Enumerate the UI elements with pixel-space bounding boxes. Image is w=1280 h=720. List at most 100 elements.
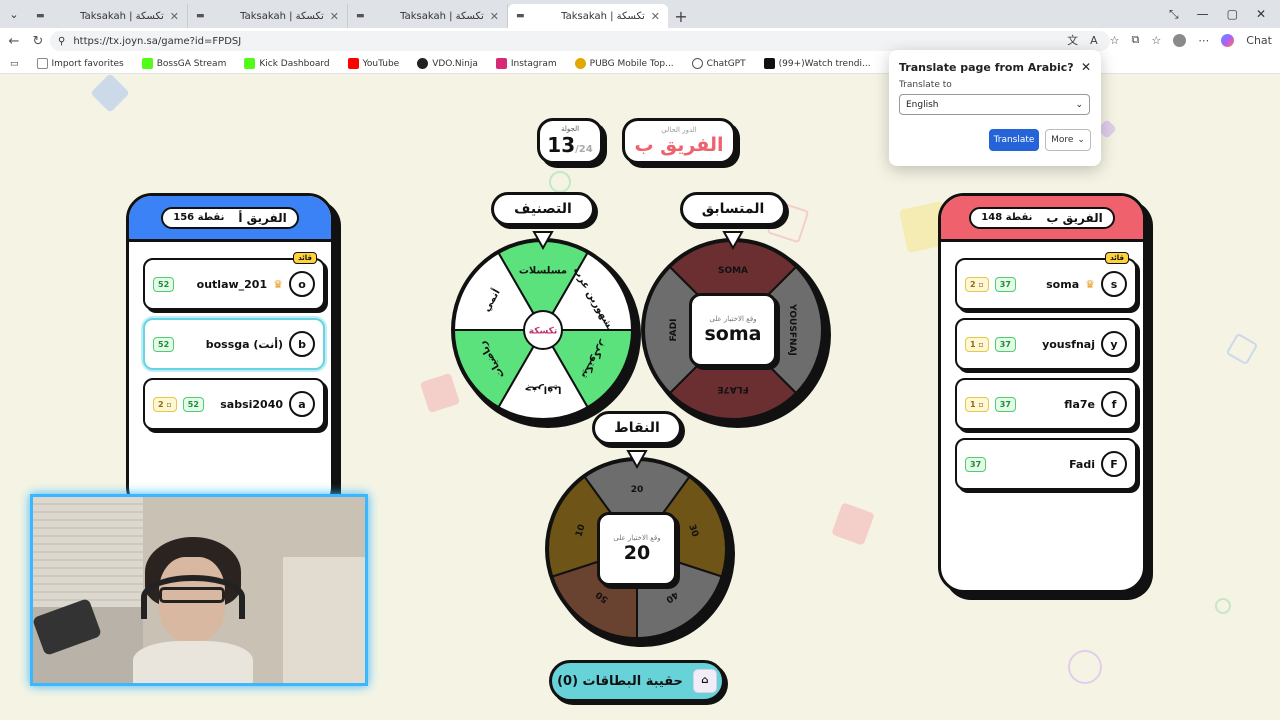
bag-icon: ⌂ bbox=[692, 669, 717, 693]
more-button[interactable]: More ⌄ bbox=[1045, 129, 1091, 151]
chat-label[interactable]: Chat bbox=[1246, 34, 1272, 47]
bookmarks-sidebar-icon[interactable]: ▭ bbox=[10, 59, 19, 69]
tab-favicon-icon: ▬ bbox=[36, 11, 45, 21]
category-wheel-segment-label: رياضيات bbox=[477, 339, 507, 380]
language-select-value: English bbox=[906, 99, 939, 110]
close-icon[interactable]: ✕ bbox=[1081, 60, 1091, 74]
maximize-icon[interactable]: ▢ bbox=[1227, 7, 1238, 21]
team-b-name: الفريق ب bbox=[1046, 210, 1103, 225]
player-row[interactable]: 2 ▫ 37 soma ♛ s قائد bbox=[955, 252, 1137, 310]
instagram-icon bbox=[495, 58, 507, 69]
browser-tab[interactable]: ▬ Taksakah | تكسكة ✕ bbox=[348, 4, 508, 28]
bookmark-item[interactable]: Import favorites bbox=[36, 58, 124, 69]
browser-tab[interactable]: ▬ Taksakah | تكسكة ✕ bbox=[188, 4, 348, 28]
cards-count-value: 1 bbox=[970, 399, 976, 409]
bookmark-item[interactable]: VDO.Ninja bbox=[417, 58, 478, 69]
extensions-icon[interactable]: ⧉ bbox=[1132, 33, 1140, 47]
bookmark-item[interactable]: YouTube bbox=[347, 58, 399, 69]
points-result-value: 20 bbox=[623, 542, 651, 564]
tab-title: Taksakah | تكسكة bbox=[561, 10, 645, 22]
player-name: soma bbox=[1046, 277, 1080, 291]
language-select[interactable]: English ⌄ bbox=[899, 94, 1090, 115]
points-wheel-segment-label: 10 bbox=[574, 523, 587, 538]
close-icon[interactable]: ✕ bbox=[330, 10, 339, 23]
copilot-icon[interactable] bbox=[1221, 33, 1235, 47]
card-bag-label: حقيبة البطاقات (0) bbox=[557, 673, 683, 689]
new-tab-button[interactable]: + bbox=[668, 4, 694, 28]
player-row-current-user[interactable]: 52 bossga (أنت) b bbox=[143, 318, 325, 370]
deco-shape bbox=[90, 75, 130, 113]
team-a-name: الفريق أ bbox=[238, 210, 287, 225]
card-bag-button[interactable]: حقيبة البطاقات (0) ⌂ bbox=[549, 660, 725, 702]
team-a-panel: 156 نقطة الفريق أ 52 outlaw_201 ♛ o قائد… bbox=[126, 193, 334, 513]
result-label: وقع الاختيار على bbox=[709, 315, 757, 323]
player-row[interactable]: 52 outlaw_201 ♛ o قائد bbox=[143, 252, 325, 310]
more-menu-icon[interactable]: ⋯ bbox=[1198, 34, 1209, 47]
deco-shape bbox=[831, 502, 875, 546]
browser-tab[interactable]: ▬ Taksakah | تكسكة ✕ bbox=[28, 4, 188, 28]
tab-action-icon[interactable]: ⤡ bbox=[1169, 7, 1179, 22]
player-wheel-segment-label: YOUSFNAJ bbox=[787, 303, 797, 356]
window-controls: ⤡ — ▢ ✕ bbox=[1169, 0, 1280, 28]
team-a-points: 156 نقطة bbox=[173, 212, 225, 223]
site-info-icon[interactable]: ⚲ bbox=[58, 36, 65, 47]
kick-icon bbox=[244, 58, 256, 69]
leader-badge: قائد bbox=[1105, 252, 1129, 264]
close-icon[interactable]: ✕ bbox=[490, 10, 499, 23]
favorite-star-icon[interactable]: ☆ bbox=[1110, 34, 1120, 47]
bookmark-item[interactable]: (99+)Watch trendi... bbox=[763, 58, 871, 69]
result-label: وقع الاختيار على bbox=[613, 534, 661, 542]
bookmark-item[interactable]: ChatGPT bbox=[691, 58, 746, 69]
kick-icon bbox=[141, 58, 153, 69]
profile-avatar[interactable] bbox=[1173, 33, 1187, 47]
translate-button[interactable]: Translate bbox=[989, 129, 1039, 151]
category-wheel-segment bbox=[496, 239, 590, 332]
cards-count: 2 ▫ bbox=[965, 276, 989, 292]
tab-favicon-icon: ▬ bbox=[196, 11, 205, 21]
points-wheel-segment-label: 30 bbox=[686, 523, 699, 538]
player-row[interactable]: 1 ▫ 37 yousfnaj y bbox=[955, 318, 1137, 370]
minimize-icon[interactable]: — bbox=[1197, 7, 1209, 21]
reload-icon[interactable]: ↻ bbox=[26, 34, 50, 49]
team-b-header: 148 نقطة الفريق ب bbox=[941, 196, 1143, 242]
player-row[interactable]: 1 ▫ 37 fla7e f bbox=[955, 378, 1137, 430]
player-result-value: soma bbox=[704, 323, 762, 345]
chatgpt-icon bbox=[691, 58, 703, 69]
team-a-name-pill: 156 نقطة الفريق أ bbox=[161, 206, 299, 229]
bookmark-item[interactable]: Instagram bbox=[495, 58, 557, 69]
tab-menu-chevron-icon[interactable]: ⌄ bbox=[0, 0, 28, 28]
close-icon[interactable]: ✕ bbox=[651, 10, 660, 23]
bookmark-label: Instagram bbox=[510, 59, 557, 69]
bookmark-item[interactable]: Kick Dashboard bbox=[244, 58, 330, 69]
deco-shape bbox=[1068, 650, 1102, 684]
round-label: الجولة bbox=[560, 125, 580, 133]
team-b-name-pill: 148 نقطة الفريق ب bbox=[969, 206, 1115, 229]
card-icon: ▫ bbox=[978, 339, 984, 349]
cards-count-value: 2 bbox=[158, 399, 164, 409]
bookmark-item[interactable]: BossGA Stream bbox=[141, 58, 226, 69]
webcam-overlay bbox=[30, 494, 368, 686]
player-name: outlaw_201 bbox=[196, 277, 268, 291]
url-field[interactable]: ⚲ https://tx.joyn.sa/game?id=FPDSJ bbox=[50, 31, 1110, 51]
category-wheel-segment bbox=[541, 250, 635, 331]
bookmark-label: VDO.Ninja bbox=[432, 59, 478, 69]
player-row[interactable]: 2 ▫ 52 sabsi2040 a bbox=[143, 378, 325, 430]
player-name: sabsi2040 bbox=[220, 397, 283, 411]
player-row[interactable]: 37 Fadi F bbox=[955, 438, 1137, 490]
translate-title: Translate page from Arabic? bbox=[899, 60, 1074, 74]
chevron-down-icon: ⌄ bbox=[1075, 99, 1083, 110]
player-score: 37 bbox=[994, 396, 1016, 412]
read-aloud-icon[interactable]: A bbox=[1090, 34, 1098, 47]
category-wheel-segment bbox=[451, 250, 545, 331]
team-b-points: 148 نقطة bbox=[981, 212, 1033, 223]
current-turn-label: الدور الحالي bbox=[661, 126, 697, 134]
collections-icon[interactable]: ☆ bbox=[1151, 34, 1161, 47]
browser-tab-active[interactable]: ▬ Taksakah | تكسكة ✕ bbox=[508, 4, 668, 28]
close-icon[interactable]: ✕ bbox=[170, 10, 179, 23]
player-name: bossga (أنت) bbox=[205, 337, 283, 351]
close-window-icon[interactable]: ✕ bbox=[1256, 7, 1266, 21]
translate-icon[interactable]: 文 bbox=[1067, 32, 1078, 48]
bookmark-item[interactable]: PUBG Mobile Top... bbox=[574, 58, 674, 69]
back-icon[interactable]: ← bbox=[2, 34, 26, 49]
cards-count: 1 ▫ bbox=[965, 396, 989, 412]
